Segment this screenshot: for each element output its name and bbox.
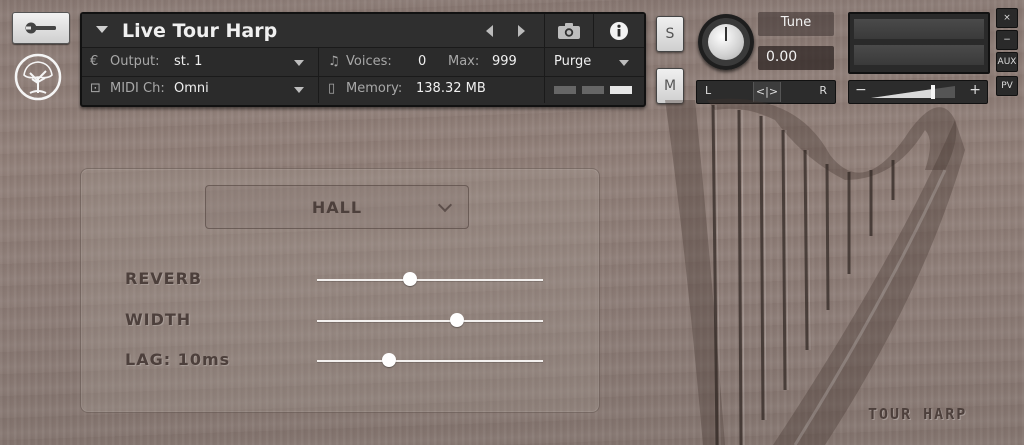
title-row: Live Tour Harp (82, 14, 644, 48)
reverb-slider-thumb[interactable] (402, 272, 417, 286)
voices-value: 0 (418, 54, 427, 69)
width-slider[interactable] (317, 313, 543, 327)
max-label: Max: (448, 54, 480, 69)
purge-meter-segment (610, 86, 632, 94)
wrench-button[interactable] (12, 12, 70, 44)
reverb-type-value: HALL (311, 198, 363, 217)
memory-icon: ▯ (328, 81, 336, 96)
info-icon (609, 21, 628, 40)
next-instrument-icon[interactable] (518, 25, 525, 37)
purge-button[interactable]: Purge (554, 54, 591, 69)
purge-meter-segment (554, 86, 576, 94)
midi-icon: ⊡ (90, 81, 101, 96)
midi-channel-value[interactable]: Omni (174, 81, 209, 96)
tune-knob-pointer (725, 27, 727, 41)
instrument-title[interactable]: Live Tour Harp (122, 20, 277, 42)
close-button[interactable]: × (996, 8, 1018, 28)
wrench-icon (25, 22, 56, 34)
reverb-type-dropdown[interactable]: HALL (205, 185, 469, 229)
output-icon: € (90, 54, 99, 69)
instrument-header: Live Tour Harp € Output: st. 1 ♫ Voices:… (80, 12, 646, 107)
info-button[interactable] (593, 14, 643, 47)
memory-label: Memory: (346, 81, 403, 96)
midi-channel-label: MIDI Ch: (110, 81, 165, 96)
tune-label: Tune (780, 15, 812, 30)
output-label: Output: (110, 54, 160, 69)
brand-label: TOUR HARP (868, 405, 968, 423)
max-value[interactable]: 999 (492, 54, 517, 69)
previous-instrument-icon[interactable] (486, 25, 493, 37)
output-dropdown-icon[interactable] (294, 60, 304, 66)
memory-value: 138.32 MB (416, 81, 486, 96)
effects-panel: HALL REVERB WIDTH LAG: 10ms (80, 168, 600, 413)
caret-down-icon[interactable] (96, 26, 108, 33)
lag-label: LAG: 10ms (125, 350, 231, 369)
tune-label-box: Tune (758, 12, 834, 36)
snapshot-button[interactable] (544, 14, 593, 47)
width-slider-thumb[interactable] (450, 313, 465, 327)
lag-slider-thumb[interactable] (382, 353, 397, 367)
camera-icon (558, 22, 580, 39)
reverb-slider[interactable] (317, 272, 543, 286)
voices-label: Voices: (346, 54, 392, 69)
purge-meter-segment (582, 86, 604, 94)
tune-knob-cap (708, 24, 744, 60)
midi-dropdown-icon[interactable] (294, 87, 304, 93)
divider (82, 76, 644, 77)
solo-button[interactable]: S (656, 16, 684, 52)
purge-dropdown-icon[interactable] (619, 60, 629, 66)
output-value[interactable]: st. 1 (174, 54, 202, 69)
width-label: WIDTH (125, 310, 192, 329)
harp-artwork (665, 98, 965, 445)
meter-left-channel (854, 19, 984, 39)
minimize-button[interactable]: − (996, 30, 1018, 50)
voices-icon: ♫ (328, 54, 340, 69)
reverb-label: REVERB (125, 269, 203, 288)
tree-logo-icon (12, 53, 64, 101)
lag-slider[interactable] (317, 353, 543, 367)
